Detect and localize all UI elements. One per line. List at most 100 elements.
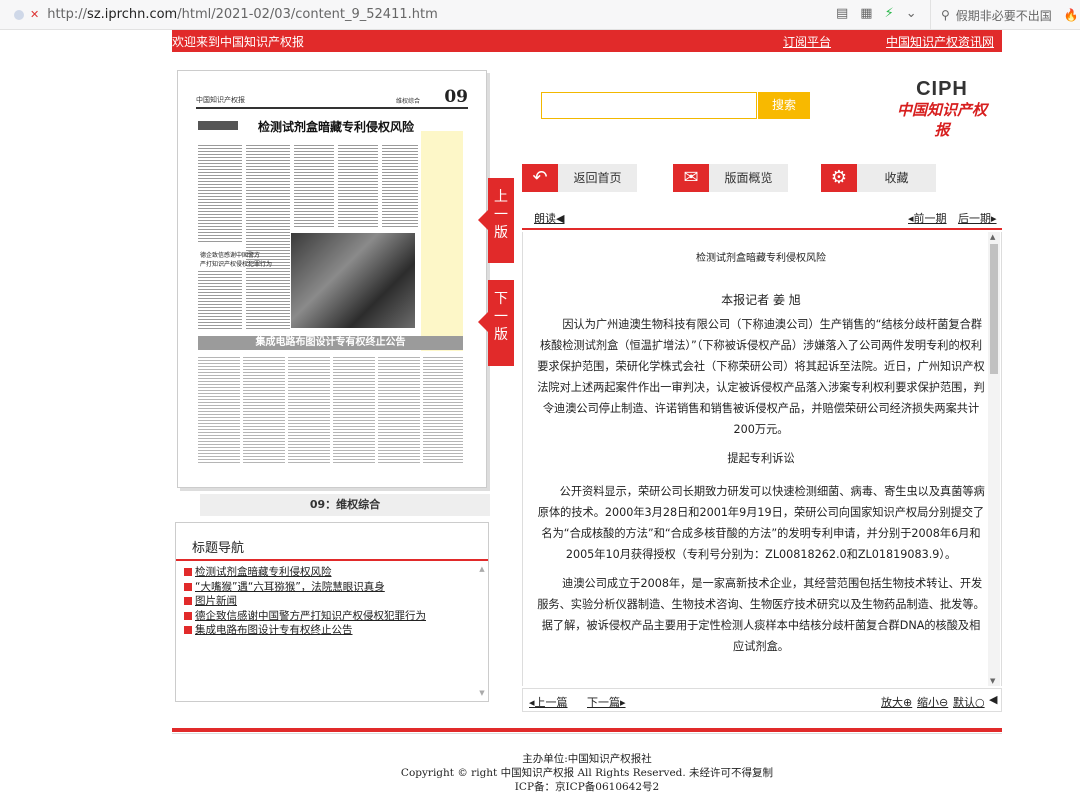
bullet-icon [184,568,192,576]
article-body[interactable]: 检测试剂盒暗藏专利侵权风险 本报记者 姜 旭 因认为广州迪澳生物科技有限公司（下… [522,232,1002,686]
scrollbar-thumb[interactable] [990,244,998,374]
masthead-logo: 中国知识产权报 [196,96,245,104]
title-link[interactable]: 图片新闻 [195,595,237,607]
title-link[interactable]: 检测试剂盒暗藏专利侵权风险 [195,566,332,578]
notice-banner: 集成电路布图设计专有权终止公告 [198,336,463,350]
gear-icon: ⚙ [821,164,857,192]
text-column [382,143,418,229]
list-item: 德企致信感谢中国警方严打知识产权侵权犯罪行为 [184,609,488,624]
title-link[interactable]: 德企致信感谢中国警方严打知识产权侵权犯罪行为 [195,610,426,622]
title-navigation: 标题导航 检测试剂盒暗藏专利侵权风险 “大嘴猴”遇“六耳猕猴”，法院慧眼识真身 … [175,522,489,702]
next-issue-label: 后一期 [958,212,991,225]
footer-red-line [172,728,1002,732]
right-triangle-icon: ▸ [620,696,626,709]
notice-table [198,355,463,465]
default-size-button[interactable]: 默认○ [953,694,985,710]
bullet-icon [184,611,192,620]
article-toolbar: 朗读◀ ◂前一期 后一期▸ [522,202,1002,230]
scroll-down-icon[interactable]: ▼ [990,677,995,685]
browser-address-bar: ✕ http://sz.iprchn.com/html/2021-02/03/c… [0,0,1080,30]
home-label: 返回首页 [573,171,622,185]
next-article-link[interactable]: 下一篇▸ [587,694,626,710]
search-icon: ⚲ [941,8,950,22]
speaker-icon: ◀ [556,212,565,225]
text-column [198,269,242,331]
article-paragraph: 公开资料显示，荣研公司长期致力研发可以快速检测细菌、病毒、寄生虫以及真菌等病原体… [537,485,985,561]
url-path: /html/2021-02/03/content_9_52411.htm [177,7,438,22]
favorite-label: 收藏 [884,171,909,185]
right-triangle-icon: ▸ [991,212,997,225]
title-list-scrollbar[interactable]: ▲ ▼ [478,565,486,697]
info-network-link[interactable]: 中国知识产权资讯网 [886,33,994,50]
search-input[interactable] [541,92,757,119]
default-size-label: 默认 [953,696,975,709]
plus-circle-icon: ⊕ [903,696,913,709]
text-column [246,143,290,331]
site-info-icon[interactable] [14,9,24,20]
section-badge [198,121,238,130]
address-field[interactable]: http://sz.iprchn.com/html/2021-02/03/con… [47,7,438,22]
article-paragraph: 迪澳公司成立于2008年，是一家高新技术企业，其经营范围包括生物技术转让、开发服… [537,577,985,653]
not-secure-icon[interactable]: ✕ [30,8,39,21]
welcome-text: 欢迎来到中国知识产权报 [172,35,305,49]
title-link[interactable]: “大嘴猴”遇“六耳猕猴”，法院慧眼识真身 [195,581,385,593]
bolt-icon[interactable]: ⚡ [885,6,894,21]
overview-button[interactable]: ✉ 版面概览 [673,164,788,192]
title-list: 检测试剂盒暗藏专利侵权风险 “大嘴猴”遇“六耳猕猴”，法院慧眼识真身 图片新闻 … [176,561,488,638]
home-button[interactable]: ↶ 返回首页 [522,164,637,192]
page-caption: 09：维权综合 [200,494,490,516]
newspaper-page[interactable]: 中国知识产权报 维权综合 09 检测试剂盒暗藏专利侵权风险 德企致信感谢中国警方… [177,70,487,488]
previous-article-label: 上一篇 [534,696,568,709]
footer-organizer: 主办单位:中国知识产权报社 [522,753,652,765]
bullet-icon [184,626,192,634]
article-paragraph: 因认为广州迪澳生物科技有限公司（下称迪澳公司）生产销售的“结核分歧杆菌复合群核酸… [537,318,985,436]
reader-icon[interactable]: ▤ [836,6,848,21]
masthead-section: 维权综合 [396,98,421,105]
return-arrow-icon: ↶ [522,164,558,192]
previous-issue-label: 前一期 [913,212,947,225]
scroll-up-icon[interactable]: ▲ [990,233,995,241]
minus-circle-icon: ⊖ [939,696,949,709]
article-author: 本报记者 姜 旭 [721,293,801,307]
flame-icon[interactable]: 🔥 [1064,8,1079,22]
search-button[interactable]: 搜索 [758,92,810,119]
bullet-icon [184,597,192,605]
envelope-icon: ✉ [673,164,709,192]
ciph-logo: CIPH 中国知识产权报 [892,78,992,139]
news-photo[interactable] [291,233,415,328]
previous-article-link[interactable]: ◂上一篇 [529,694,568,710]
page-number: 09 [444,87,468,107]
text-column [338,143,378,229]
read-aloud-link[interactable]: 朗读◀ [534,210,564,226]
read-aloud-label: 朗读 [534,212,556,225]
prev-page-tab[interactable]: 上一版 [478,178,514,263]
footer-copyright: Copyright © right 中国知识产权报 All Rights Res… [400,767,774,779]
next-page-label: 下一版 [494,291,508,343]
newspaper-thumbnail[interactable]: 中国知识产权报 维权综合 09 检测试剂盒暗藏专利侵权风险 德企致信感谢中国警方… [177,70,490,490]
scroll-down-icon[interactable]: ▼ [478,689,486,697]
title-link[interactable]: 集成电路布图设计专有权终止公告 [195,624,353,636]
favorite-button[interactable]: ⚙ 收藏 [821,164,936,192]
zoom-in-label: 放大 [881,696,903,709]
previous-issue-link[interactable]: ◂前一期 [908,210,947,226]
subhead-line-2: 严打知识产权侵权犯罪行为 [200,261,273,268]
masthead: 中国知识产权报 维权综合 09 [196,87,468,109]
article-panel: 朗读◀ ◂前一期 后一期▸ 检测试剂盒暗藏专利侵权风险 本报记者 姜 旭 因认为… [522,202,1002,712]
logo-latin: CIPH [916,78,968,100]
grid-icon[interactable]: ▦ [860,6,872,21]
scroll-up-icon[interactable]: ▲ [478,565,486,573]
browser-search-box[interactable]: ⚲ 假期非必要不出国 🔥 [930,0,1080,30]
subscribe-link[interactable]: 订阅平台 [783,33,831,50]
speaker-icon[interactable]: ◀ [989,693,997,706]
side-box [421,131,463,351]
top-red-bar: 欢迎来到中国知识产权报 订阅平台 中国知识产权资讯网 [172,30,1002,52]
next-issue-link[interactable]: 后一期▸ [958,210,997,226]
next-page-tab[interactable]: 下一版 [478,280,514,366]
browser-tools: ▤ ▦ ⚡ ⌄ [836,6,917,21]
article-scrollbar[interactable]: ▲ ▼ [988,232,1000,686]
newspaper-subhead: 德企致信感谢中国警方 严打知识产权侵权犯罪行为 [200,251,272,269]
zoom-out-button[interactable]: 缩小⊖ [917,694,948,710]
article-footer-bar: ◂上一篇 下一篇▸ 放大⊕ 缩小⊖ 默认○ ◀ [522,688,1002,712]
zoom-in-button[interactable]: 放大⊕ [881,694,912,710]
chevron-down-icon[interactable]: ⌄ [906,6,917,21]
